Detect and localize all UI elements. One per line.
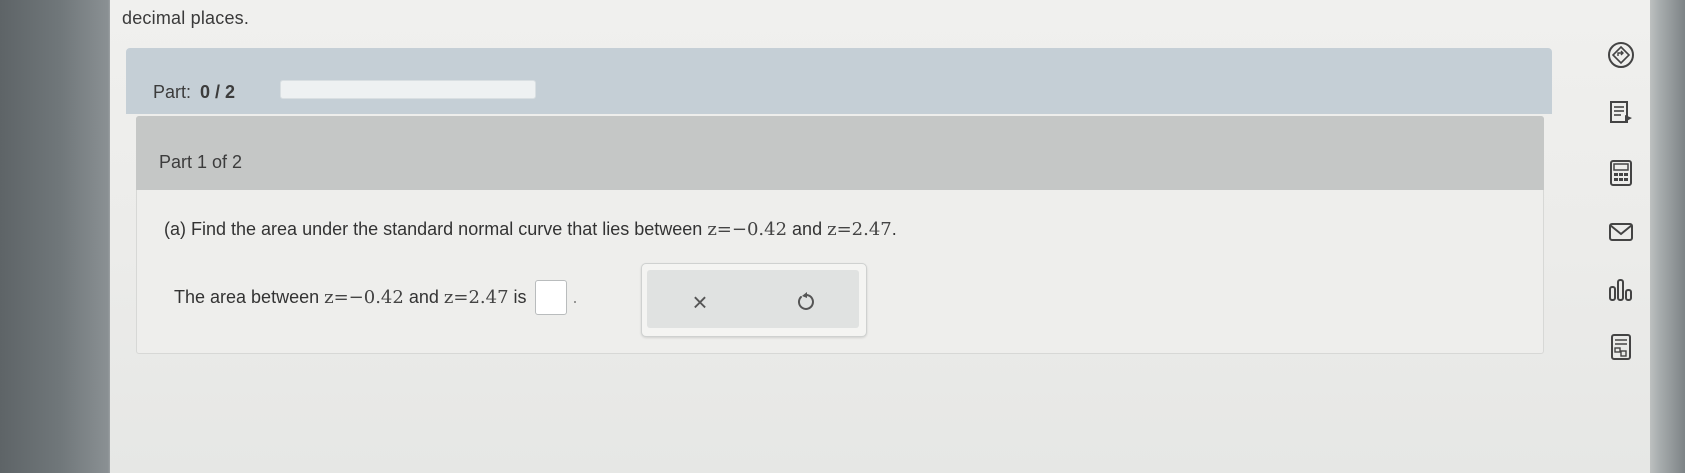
reading-icon[interactable] [1604,96,1638,130]
mail-icon[interactable] [1604,215,1638,249]
part-label: Part: 0 / 2 [153,82,235,103]
reading-icon-glyph [1610,101,1632,123]
clear-button[interactable]: × [680,282,720,322]
answer-line: The area between z=−0.42 and z=2.47 is. [174,280,578,315]
chart-icon[interactable] [1604,273,1638,307]
table-icon[interactable] [1604,330,1638,364]
navigate-icon[interactable] [1604,38,1638,72]
answer-prefix: The area between [174,287,325,307]
answer-z-lower-expression: z=−0.42 [324,287,404,308]
progress-track [280,80,536,99]
answer-suffix: . [572,287,578,307]
part-label-text: Part: [153,82,192,102]
answer-and: and [403,287,444,307]
chart-icon-glyph [1609,279,1632,301]
z-lower-expression: z=−0.42 [707,219,788,240]
prompt-prefix: (a) Find the area under the standard nor… [164,219,708,239]
undo-button[interactable] [786,282,826,322]
clear-icon: × [692,286,708,317]
prompt-suffix: . [891,219,897,239]
calculator-icon[interactable] [1604,156,1638,190]
answer-z-upper-expression: z=2.47 [443,287,509,308]
answer-is: is [508,287,527,307]
instruction-text: decimal places. [122,8,250,28]
prompt-and: and [787,219,828,239]
table-icon-glyph [1611,334,1631,360]
question-card-header [136,116,1544,190]
undo-icon [798,292,814,310]
calculator-icon-glyph [1610,160,1632,186]
part-progress-count: 0 / 2 [200,82,236,102]
question-prompt: (a) Find the area under the standard nor… [164,219,897,240]
z-upper-expression: z=2.47 [827,219,892,240]
part-title: Part 1 of 2 [159,152,243,172]
action-panel-inner [647,270,859,328]
navigate-icon-glyph [1608,42,1634,68]
answer-input[interactable] [534,280,567,315]
mail-icon-glyph [1609,223,1633,241]
